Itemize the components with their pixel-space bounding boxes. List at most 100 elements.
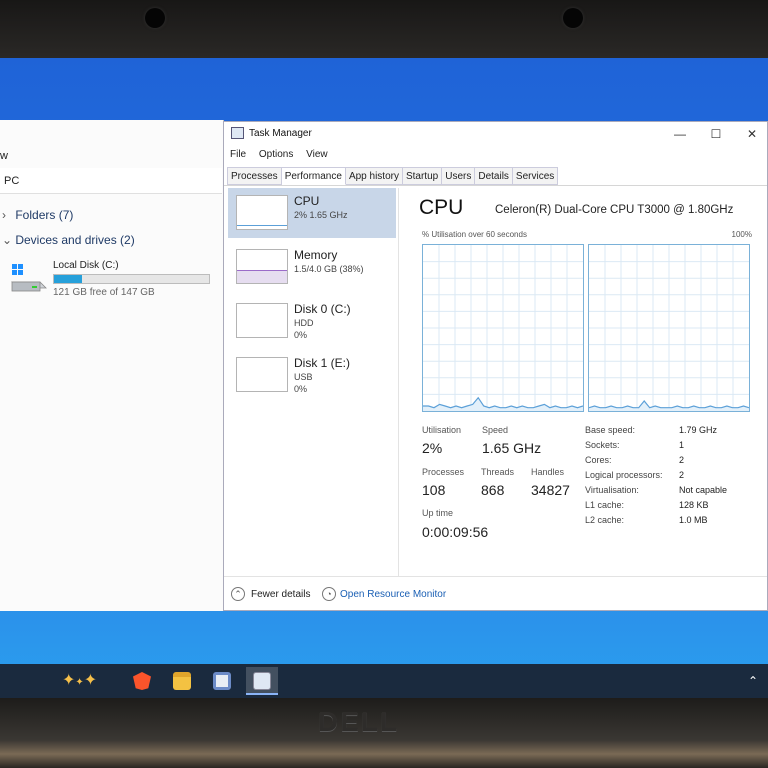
- menu-view[interactable]: View: [306, 149, 328, 160]
- speed-value: 1.65 GHz: [482, 440, 542, 456]
- webcam-right: [563, 8, 583, 28]
- title-bar[interactable]: Task Manager — ☐ ✕: [224, 122, 767, 146]
- handles-label: Handles: [531, 467, 565, 477]
- file-explorer-icon[interactable]: [166, 667, 198, 695]
- maximize-button[interactable]: ☐: [702, 125, 730, 143]
- resource-sub2: 0%: [294, 384, 308, 394]
- tab-services[interactable]: Services: [512, 167, 559, 185]
- minimize-button[interactable]: —: [666, 125, 694, 143]
- drive-usage-fill: [54, 275, 82, 283]
- file-explorer-window: w PC › Folders (7) ⌄ Devices and drives …: [0, 120, 224, 611]
- taskbar: ✦✦✦ ⌃: [0, 664, 768, 698]
- cpu-core-1-graph: [588, 244, 750, 412]
- threads-label: Threads: [481, 467, 515, 477]
- chevron-down-icon: ⌄: [2, 233, 13, 247]
- threads-value: 868: [481, 482, 505, 498]
- spec-value: 2: [679, 455, 685, 465]
- folders-group[interactable]: › Folders (7): [2, 208, 73, 222]
- folders-label: Folders (7): [15, 208, 74, 222]
- memory-mini-graph: [236, 249, 288, 284]
- window-title: Task Manager: [249, 128, 312, 139]
- spec-value: 1: [679, 440, 685, 450]
- resource-name: Disk 0 (C:): [294, 302, 351, 316]
- utilisation-label: Utilisation: [422, 425, 462, 435]
- tab-strip: Processes Performance App history Startu…: [227, 167, 559, 185]
- task-manager-app-icon: [231, 127, 244, 139]
- spec-value: Not capable: [679, 485, 728, 495]
- tab-users[interactable]: Users: [442, 167, 476, 185]
- desktop-screen: w PC › Folders (7) ⌄ Devices and drives …: [0, 58, 768, 698]
- task-manager-window: Task Manager — ☐ ✕ File Options View Pro…: [223, 121, 768, 611]
- uptime-label: Up time: [422, 508, 454, 518]
- drive-name: Local Disk (C:): [53, 260, 119, 271]
- resource-memory[interactable]: Memory 1.5/4.0 GB (38%): [228, 242, 396, 292]
- tab-processes[interactable]: Processes: [227, 167, 282, 185]
- tab-app-history[interactable]: App history: [345, 167, 403, 185]
- spec-value: 1.0 MB: [679, 515, 708, 525]
- spec-key: Cores:: [585, 455, 612, 465]
- resource-sub: USB: [294, 372, 313, 382]
- menu-file[interactable]: File: [230, 149, 246, 160]
- devices-label: Devices and drives (2): [15, 233, 135, 247]
- open-resource-monitor-link[interactable]: Open Resource Monitor: [340, 589, 446, 600]
- uptime-value: 0:00:09:56: [422, 524, 489, 540]
- spec-key: Base speed:: [585, 425, 636, 435]
- chevron-right-icon: ›: [2, 208, 6, 222]
- menu-options[interactable]: Options: [259, 149, 293, 160]
- processes-value: 108: [422, 482, 446, 498]
- brave-icon[interactable]: [126, 667, 158, 695]
- resource-sub: 1.5/4.0 GB (38%): [294, 264, 364, 274]
- cpu-heading: CPU: [419, 196, 464, 219]
- cpu-mini-graph: [236, 195, 288, 230]
- speed-label: Speed: [482, 425, 509, 435]
- explorer-menu-view[interactable]: w: [0, 150, 8, 162]
- resource-name: Memory: [294, 248, 338, 262]
- microsoft-store-icon[interactable]: [206, 667, 238, 695]
- menu-bar: File Options View: [230, 149, 338, 160]
- cpu-detail-pane: CPU Celeron(R) Dual-Core CPU T3000 @ 1.8…: [402, 188, 766, 576]
- resource-disk-1[interactable]: Disk 1 (E:) USB 0%: [228, 350, 396, 400]
- handles-value: 34827: [531, 482, 570, 498]
- cpu-core-0-graph: [422, 244, 584, 412]
- task-manager-icon[interactable]: [246, 667, 278, 695]
- tab-divider: [224, 185, 767, 186]
- resource-sub2: 0%: [294, 330, 308, 340]
- graph-label: % Utilisation over 60 seconds: [422, 230, 527, 239]
- resource-list: CPU 2% 1.65 GHz Memory 1.5/4.0 GB (38%) …: [226, 188, 399, 576]
- resource-cpu[interactable]: CPU 2% 1.65 GHz: [228, 188, 396, 238]
- webcam-left: [145, 8, 165, 28]
- laptop-bezel-top: [0, 0, 768, 58]
- copilot-sparkle-icon[interactable]: ✦✦✦: [62, 670, 112, 694]
- chevron-up-icon[interactable]: ⌃: [748, 674, 758, 688]
- spec-value: 1.79 GHz: [679, 425, 718, 435]
- spec-value: 128 KB: [679, 500, 709, 510]
- utilisation-value: 2%: [422, 440, 443, 456]
- resource-sub: HDD: [294, 318, 314, 328]
- cpu-model: Celeron(R) Dual-Core CPU T3000 @ 1.80GHz: [495, 204, 734, 216]
- tab-performance[interactable]: Performance: [281, 167, 346, 185]
- tab-details[interactable]: Details: [475, 167, 513, 185]
- dell-logo: DELL: [318, 706, 400, 737]
- close-button[interactable]: ✕: [738, 125, 766, 143]
- spec-key: Logical processors:: [585, 470, 663, 480]
- core-1-svg: [589, 245, 749, 411]
- resource-name: CPU: [294, 194, 320, 208]
- resource-disk-0[interactable]: Disk 0 (C:) HDD 0%: [228, 296, 396, 346]
- spec-key: L2 cache:: [585, 515, 625, 525]
- resource-sub: 2% 1.65 GHz: [294, 210, 348, 220]
- devices-group[interactable]: ⌄ Devices and drives (2): [2, 233, 135, 247]
- explorer-address-bar[interactable]: PC: [0, 168, 222, 194]
- chevron-up-icon[interactable]: ⌃: [231, 587, 245, 601]
- footer-bar: ⌃ Fewer details ◔ Open Resource Monitor: [224, 576, 767, 610]
- drive-usage-bar: [53, 274, 210, 284]
- local-disk-item[interactable]: Local Disk (C:) 121 GB free of 147 GB: [10, 260, 220, 300]
- disk1-mini-graph: [236, 357, 288, 392]
- laptop-bezel-bottom: DELL: [0, 698, 768, 768]
- spec-value: 2: [679, 470, 685, 480]
- spec-key: Sockets:: [585, 440, 620, 450]
- resource-monitor-icon[interactable]: ◔: [322, 587, 336, 601]
- tab-startup[interactable]: Startup: [402, 167, 443, 185]
- spec-key: Virtualisation:: [585, 485, 639, 495]
- hard-drive-icon: [10, 262, 48, 294]
- fewer-details-link[interactable]: Fewer details: [251, 589, 310, 600]
